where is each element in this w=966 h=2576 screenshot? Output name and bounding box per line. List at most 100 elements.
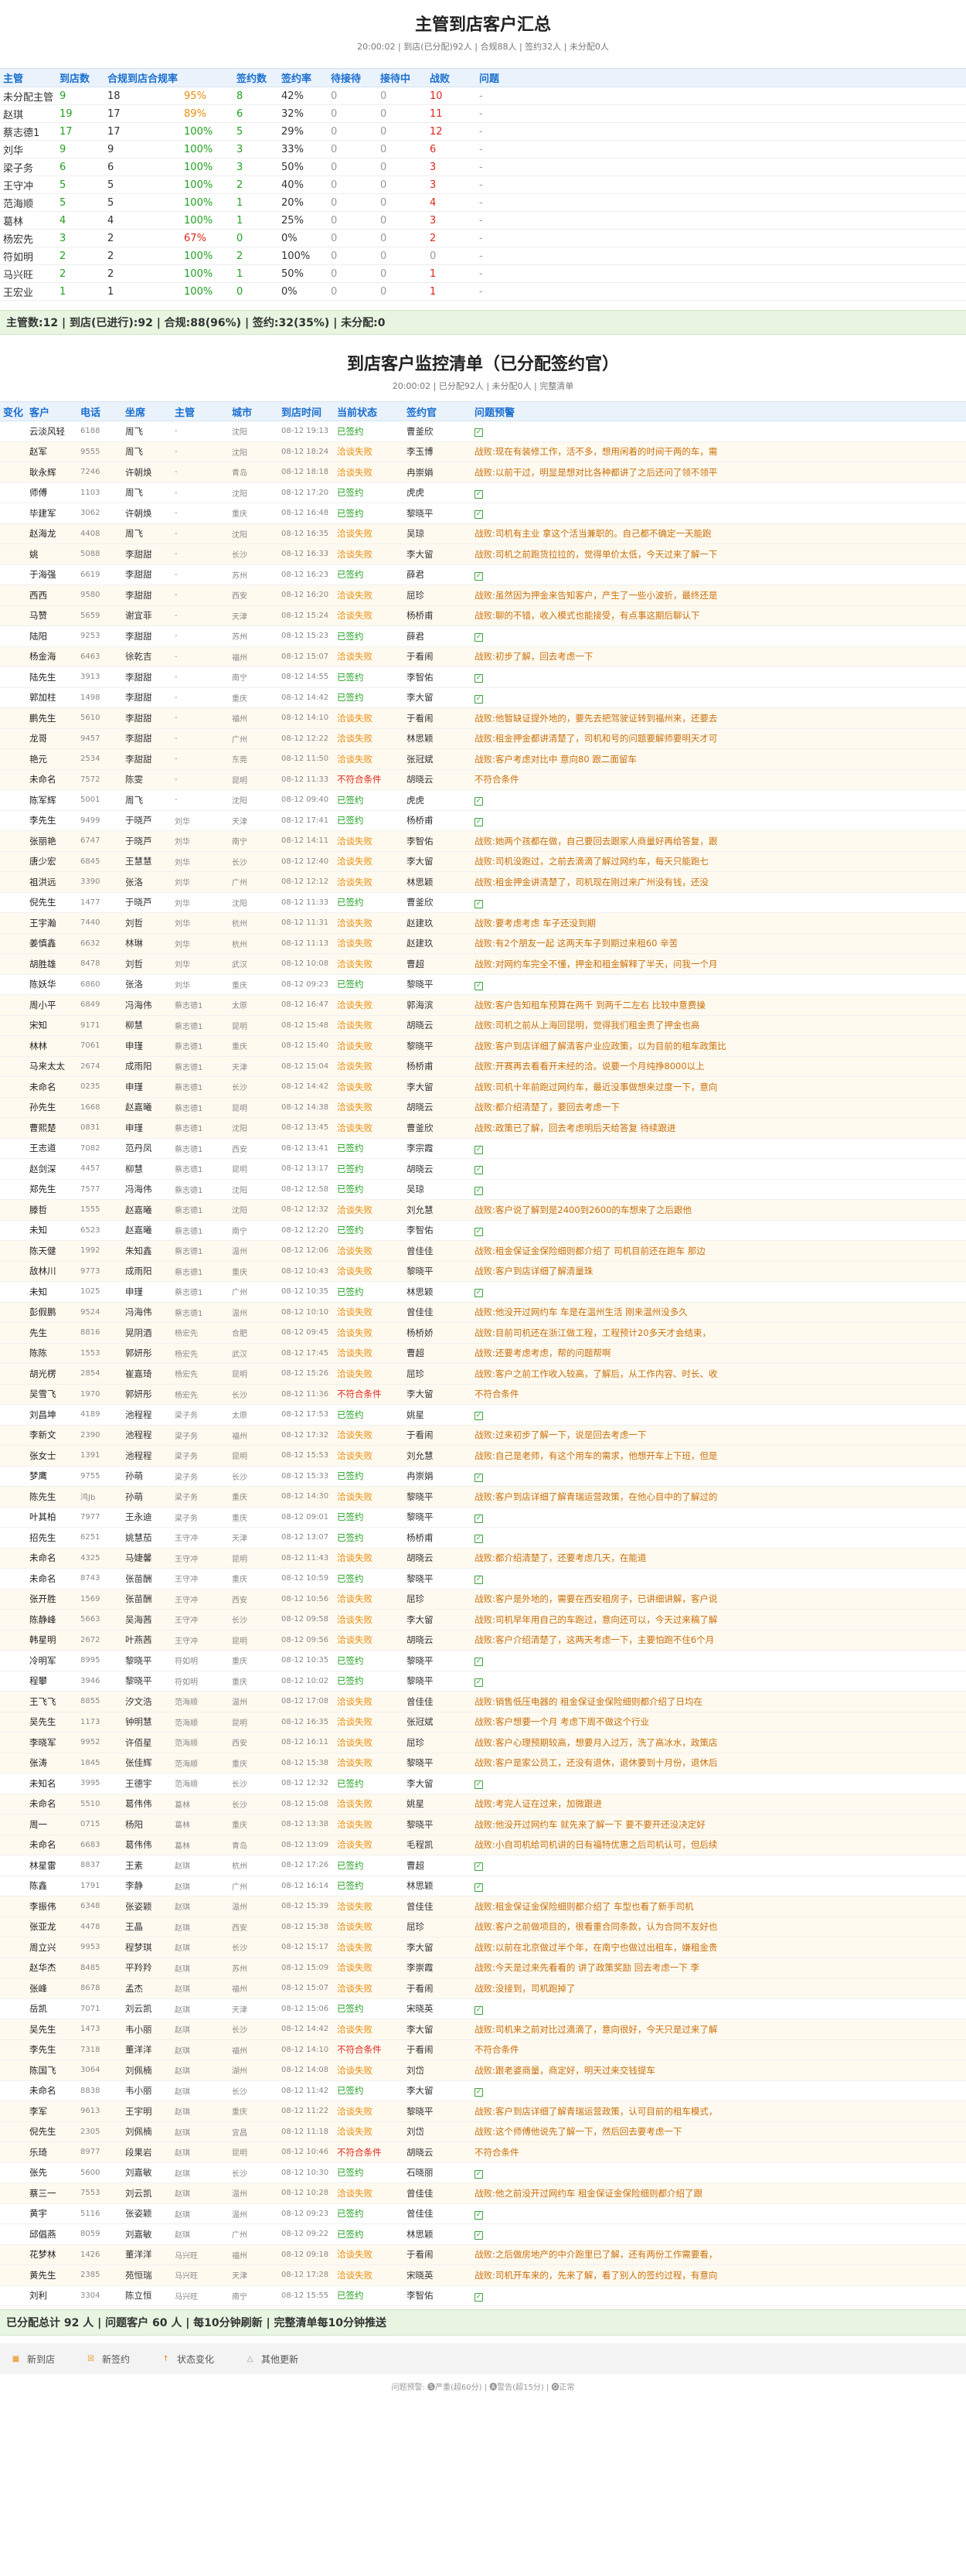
summary-cell: 8 [233,87,279,105]
agent-cell: 申瑾 [122,1117,172,1139]
ok-check-icon: ✓ [474,2292,484,2302]
summary-cell: 未分配主管 [0,87,57,105]
agent-cell: 冯海伟 [122,994,172,1016]
summary-cell: 20% [278,193,328,212]
summary-cell: 100% [181,193,234,212]
detail-row: 未知 6523 赵嘉曦 蔡志德1 南宁 08-12 12:20 已签约 李智佑 ✓ [0,1220,966,1241]
phone-cell: 1477 [77,892,123,913]
warning-cell: 战败:租金保证金保险细则都介绍了 车型也看了新手司机 [471,1896,966,1917]
status-cell: 洽谈失败 [334,1630,404,1651]
change-cell [0,1404,27,1426]
ok-check-icon: ✓ [474,1473,484,1482]
change-cell [0,1015,27,1036]
summary-header-cell: 问题 [476,68,966,87]
signer-cell: 冉崇娟 [403,1466,472,1487]
phone-cell: 4457 [77,1158,123,1180]
phone-cell: 8059 [77,2223,123,2245]
signer-cell: 宋晓英 [403,1998,472,2019]
summary-cell: 梁子务 [0,158,57,176]
change-cell [0,503,27,524]
summary-cell: 3 [233,158,279,176]
summary-cell: 0 [328,229,378,247]
summary-cell: 刘华 [0,140,57,158]
status-cell: 已签约 [334,2223,404,2245]
manager-cell: 刘华 [172,810,230,831]
phone-cell: 5663 [77,1609,123,1630]
status-cell: 洽谈失败 [334,1302,404,1323]
change-cell [0,2244,27,2265]
city-cell: 南宁 [229,830,279,852]
status-cell: 洽谈失败 [334,1712,404,1733]
warning-cell: 战败:司机之前从上海回昆明，觉得我们租金贵了押金也高 [471,1015,966,1036]
status-cell: 已签约 [334,1527,404,1549]
summary-cell: 17 [56,122,105,141]
warning-cell: ✓ [471,1466,966,1487]
agent-cell: 张洛 [122,974,172,995]
summary-cell: 2 [104,229,182,247]
agent-cell: 孙萌 [122,1486,172,1508]
warning-cell: 战败:司机早年用自己的车跑过，意向还可以，今天过来稿了解 [471,1609,966,1630]
warning-cell: ✓ [471,2162,966,2183]
status-cell: 已签约 [334,503,404,524]
customer-cell: 倪先生 [26,892,78,913]
warning-cell: ✓ [471,974,966,995]
ok-check-icon: ✓ [474,674,484,683]
arrival-time-cell: 08-12 11:36 [278,1384,335,1405]
detail-row: 程攀 3946 黎晓平 符如明 重庆 08-12 10:02 已签约 黎晓平 ✓ [0,1671,966,1692]
summary-cell: - [476,87,966,105]
phone-cell: 8995 [77,1650,123,1671]
new-store-icon: ▦ [12,2354,20,2363]
detail-row: 张峰 8678 孟杰 赵琪 福州 08-12 15:07 洽谈失败 于看闹 战败:没接到，司机跑… [0,1978,966,1999]
city-cell: 青岛 [229,1835,279,1855]
customer-cell: 云淡风轻 [26,421,78,442]
customer-cell: 林林 [26,1035,78,1057]
agent-cell: 李甜甜 [122,625,172,647]
status-cell: 洽谈失败 [334,1425,404,1446]
customer-cell: 龙哥 [26,728,78,749]
status-cell: 已签约 [334,1650,404,1671]
phone-cell: 1025 [77,1281,123,1303]
customer-cell: 吴先生 [26,2019,78,2040]
status-cell: 洽谈失败 [334,1896,404,1917]
signer-cell: 毛程凯 [403,1835,472,1855]
manager-cell: - [172,769,230,790]
phone-cell: 6849 [77,994,123,1016]
warning-cell: ✓ [471,1507,966,1528]
detail-row: 赵军 9555 周飞 - 沈阳 08-12 18:24 洽谈失败 李玉博 战败:现在有装修工作，… [0,441,966,462]
city-cell: 西安 [229,1917,279,1937]
customer-cell: 曹熙楚 [26,1117,78,1139]
detail-row: 未知 1025 申瑾 蔡志德1 广州 08-12 10:35 已签约 林思颖 ✓ [0,1281,966,1303]
warning-cell: 战败:租金押金讲清楚了，司机现在刚过来广州没有钱，还没 [471,871,966,893]
phone-cell: 2305 [77,2121,123,2142]
status-cell: 洽谈失败 [334,1240,404,1262]
phone-cell: 7553 [77,2182,123,2204]
ok-check-icon: ✓ [474,571,484,581]
warning-cell: 战败:客户是外地的，需要在西安租房子，已讲细讲解，客户说 [471,1589,966,1610]
detail-row: 王志道 7082 范丹凤 蔡志德1 西安 08-12 13:41 已签约 李宗霞 ✓ [0,1138,966,1159]
warning-cell: 战败:聊的不错，收入模式也能接受，有点事这期后聊认下 [471,605,966,626]
summary-header-row: 主管 到店数 合规到店合规率 签约数 签约率 待接待 接待中 战败 问题 [0,68,966,87]
summary-cell: 0 [427,247,477,265]
signer-cell: 姚星 [403,1404,472,1426]
city-cell: 长沙 [229,1384,279,1405]
manager-cell: 刘华 [172,851,230,872]
detail-row: 唐少宏 6845 王慧慧 刘华 长沙 08-12 12:40 洽谈失败 李大留 战败:司机没跑过… [0,851,966,872]
change-cell [0,1732,27,1753]
detail-row: 招先生 6251 姚慧茄 王守冲 天津 08-12 13:07 已签约 杨桥甫 ✓ [0,1527,966,1549]
phone-cell: 1970 [77,1384,123,1405]
customer-cell: 陈陈 [26,1343,78,1364]
city-cell: 昆明 [229,1097,279,1118]
manager-cell: - [172,605,230,626]
city-cell: 天津 [229,1056,279,1077]
arrival-time-cell: 08-12 11:13 [278,933,335,954]
status-cell: 已签约 [334,1158,404,1180]
change-cell [0,912,27,934]
agent-cell: 池程程 [122,1445,172,1467]
city-cell: 温州 [229,2203,279,2224]
phone-cell: 8743 [77,1568,123,1590]
manager-cell: - [172,707,230,729]
agent-cell: 池程程 [122,1404,172,1426]
phone-cell: 4478 [77,1917,123,1937]
legend-label: 其他更新 [261,2353,299,2365]
signer-cell: 于看闹 [403,2039,472,2060]
